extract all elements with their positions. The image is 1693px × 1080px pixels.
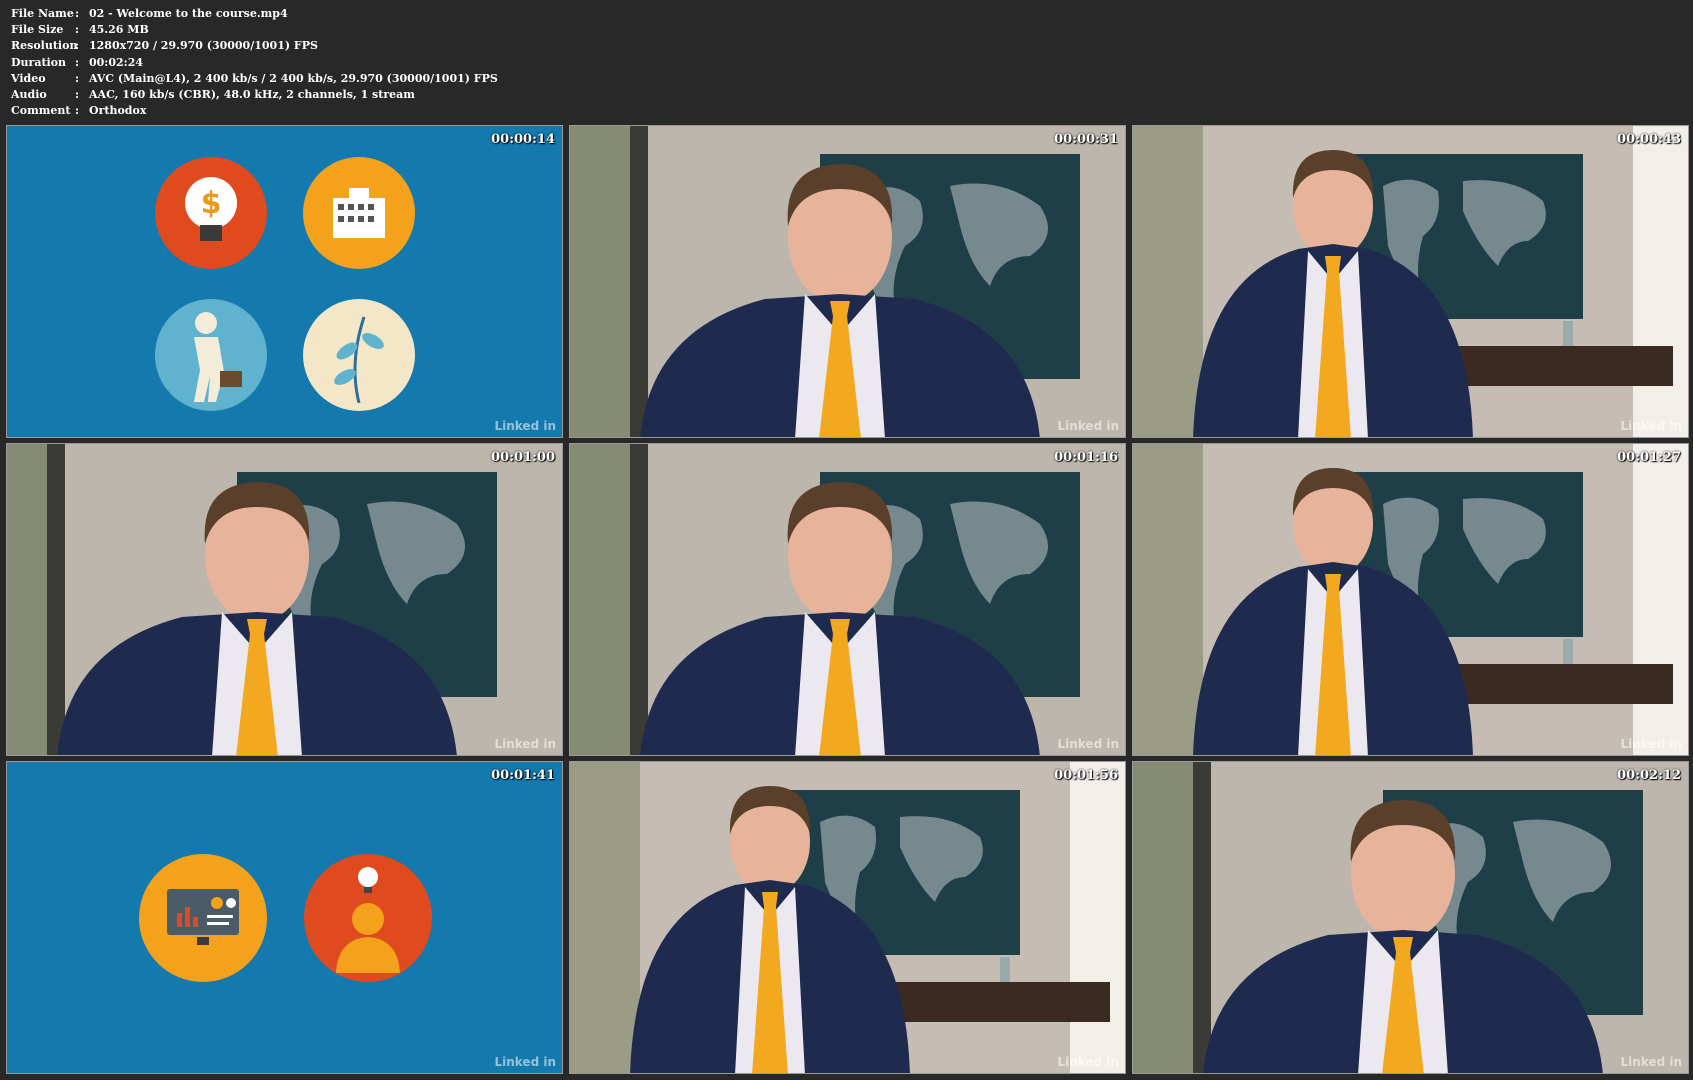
info-row-video: Video : AVC (Main@L4), 2 400 kb/s / 2 40… (11, 71, 498, 87)
info-row-comment: Comment : Orthodox (11, 103, 498, 119)
linkedin-watermark-icon: Linked in (1057, 419, 1119, 433)
info-value: 1280x720 / 29.970 (30000/1001) FPS (89, 39, 318, 53)
linkedin-watermark-icon: Linked in (494, 737, 556, 751)
office-building-icon (303, 157, 415, 269)
linkedin-watermark-icon: Linked in (1057, 737, 1119, 751)
info-row-resolution: Resolution : 1280x720 / 29.970 (30000/10… (11, 38, 498, 54)
info-separator: : (75, 104, 80, 118)
timestamp: 00:00:43 (1617, 132, 1681, 147)
video-thumbnail[interactable]: 00:01:56 Linked in (569, 761, 1126, 1074)
presenter-image (570, 762, 1125, 1073)
plant-sprout-icon (303, 299, 415, 411)
presenter-image (570, 126, 1125, 437)
presenter-image (1133, 444, 1688, 755)
info-value: 02 - Welcome to the course.mp4 (89, 7, 288, 20)
info-label: Audio (11, 88, 47, 102)
video-thumbnail[interactable]: $ 00:00:14 Linked in (6, 125, 563, 438)
info-separator: : (75, 39, 80, 53)
info-value: 45.26 MB (89, 23, 149, 37)
info-label: File Size (11, 23, 64, 37)
video-thumbnail[interactable]: 00:02:12 Linked in (1132, 761, 1689, 1074)
money-lightbulb-icon: $ (155, 157, 267, 269)
info-label: Resolution (11, 39, 78, 53)
thumbnail-grid: $ 00:00:14 Linked in 00:00:31 Linked in … (6, 125, 1689, 1074)
info-label: Duration (11, 55, 67, 69)
info-separator: : (75, 88, 80, 102)
analytics-monitor-icon (139, 854, 267, 982)
presenter-image (1133, 126, 1688, 437)
video-thumbnail[interactable]: 00:00:43 Linked in (1132, 125, 1689, 438)
timestamp: 00:00:31 (1054, 132, 1118, 147)
video-thumbnail[interactable]: 00:01:41 Linked in (6, 761, 563, 1074)
info-row-file-size: File Size : 45.26 MB (11, 22, 498, 38)
info-separator: : (75, 23, 80, 37)
info-separator: : (75, 7, 80, 20)
person-idea-icon (304, 854, 432, 982)
businessperson-walking-icon (155, 299, 267, 411)
linkedin-watermark-icon: Linked in (1620, 737, 1682, 751)
info-label: Video (11, 71, 46, 85)
timestamp: 00:01:16 (1054, 450, 1118, 465)
linkedin-watermark-icon: Linked in (494, 1055, 556, 1069)
timestamp: 00:01:00 (491, 450, 555, 465)
info-label: Comment (11, 104, 71, 118)
info-value: 00:02:24 (89, 55, 144, 69)
timestamp: 00:02:12 (1617, 768, 1681, 783)
video-thumbnail[interactable]: 00:01:27 Linked in (1132, 443, 1689, 756)
timestamp: 00:01:27 (1617, 450, 1681, 465)
linkedin-watermark-icon: Linked in (494, 419, 556, 433)
info-value: Orthodox (89, 104, 147, 118)
presenter-image (1133, 762, 1688, 1073)
info-label: File Name (11, 7, 74, 20)
info-row-file-name: File Name : 02 - Welcome to the course.m… (11, 6, 498, 22)
info-row-audio: Audio : AAC, 160 kb/s (CBR), 48.0 kHz, 2… (11, 87, 498, 103)
timestamp: 00:00:14 (491, 132, 555, 147)
info-value: AVC (Main@L4), 2 400 kb/s / 2 400 kb/s, … (89, 71, 498, 85)
timestamp: 00:01:41 (491, 768, 555, 783)
info-row-duration: Duration : 00:02:24 (11, 55, 498, 71)
video-thumbnail[interactable]: 00:01:00 Linked in (6, 443, 563, 756)
presenter-image (7, 444, 544, 755)
linkedin-watermark-icon: Linked in (1620, 419, 1682, 433)
file-info-panel: File Name : 02 - Welcome to the course.m… (11, 6, 498, 119)
presenter-image (570, 444, 1125, 755)
svg-text:$: $ (201, 186, 222, 221)
info-value: AAC, 160 kb/s (CBR), 48.0 kHz, 2 channel… (89, 88, 415, 102)
linkedin-watermark-icon: Linked in (1620, 1055, 1682, 1069)
video-thumbnail[interactable]: 00:00:31 Linked in (569, 125, 1126, 438)
info-separator: : (75, 55, 80, 69)
video-thumbnail[interactable]: 00:01:16 Linked in (569, 443, 1126, 756)
linkedin-watermark-icon: Linked in (1057, 1055, 1119, 1069)
info-separator: : (75, 71, 80, 85)
timestamp: 00:01:56 (1054, 768, 1118, 783)
